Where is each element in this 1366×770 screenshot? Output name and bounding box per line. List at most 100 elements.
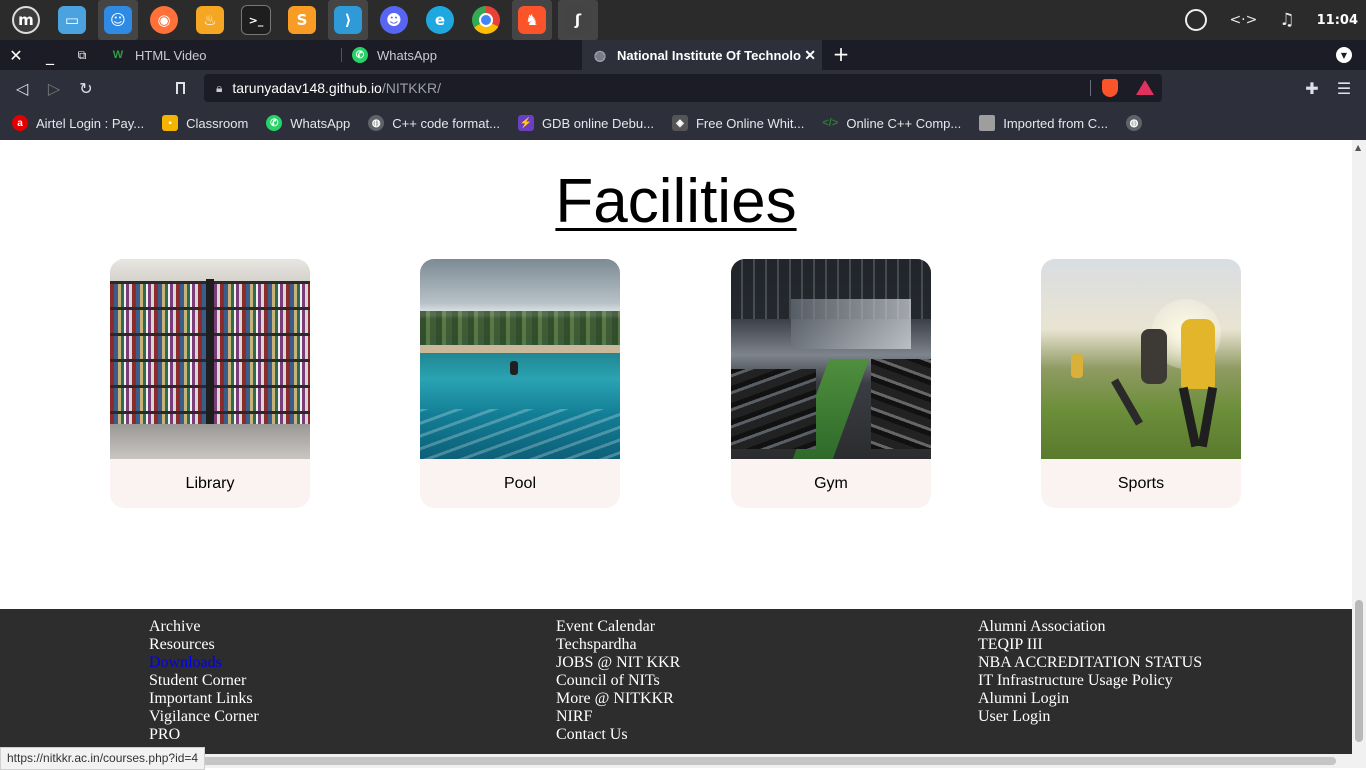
window-maximize-button[interactable]: ⧉ [66, 40, 98, 70]
footer-link-resources[interactable]: Resources [149, 636, 259, 654]
discord-icon: ☻ [380, 6, 408, 34]
footer-link-nirf[interactable]: NIRF [556, 708, 680, 726]
facility-label: Gym [814, 475, 848, 492]
footer-link-council-of-nits[interactable]: Council of NITs [556, 672, 680, 690]
brave-shields-icon[interactable] [1102, 79, 1118, 97]
tab-close-icon[interactable]: ✕ [804, 47, 816, 64]
footer-link-archive[interactable]: Archive [149, 618, 259, 636]
footer-link-alumni-association[interactable]: Alumni Association [978, 618, 1202, 636]
tab-whatsapp[interactable]: ✆ WhatsApp [342, 40, 580, 70]
lock-icon: 🔒︎ [216, 80, 223, 95]
globe-icon: ◍ [1125, 115, 1142, 131]
scroll-up-icon[interactable]: ▲ [1355, 143, 1361, 152]
bookmark-airtel[interactable]: a Airtel Login : Pay... [12, 115, 144, 131]
bookmark-button[interactable] [170, 78, 190, 98]
footer-link-downloads[interactable]: Downloads [149, 654, 259, 672]
vertical-scrollbar[interactable]: ▲ [1352, 140, 1366, 754]
facility-label: Sports [1117, 475, 1165, 492]
extensions-button[interactable]: ✚ [1302, 78, 1322, 98]
window-minimize-button[interactable]: _ [34, 40, 66, 70]
bookmark-globe[interactable]: ◍ [1125, 115, 1150, 131]
window-close-button[interactable]: ✕ [0, 40, 32, 70]
files-launcher[interactable]: ▭ [52, 0, 92, 40]
menu-button[interactable]: ☰ [1334, 78, 1354, 98]
footer-column-1: Archive Resources Downloads Student Corn… [149, 618, 259, 744]
footer-link-jobs[interactable]: JOBS @ NIT KKR [556, 654, 680, 672]
reload-icon: ↻ [79, 78, 93, 98]
brave-launcher[interactable]: ♞ [512, 0, 552, 40]
footer-link-event-calendar[interactable]: Event Calendar [556, 618, 680, 636]
plus-icon: + [832, 42, 850, 66]
bookmark-whatsapp[interactable]: ✆ WhatsApp [266, 115, 350, 131]
footer-link-contact-us[interactable]: Contact Us [556, 726, 680, 744]
genie-launcher[interactable]: ♨ [190, 0, 230, 40]
firefox-launcher[interactable]: ◉ [144, 0, 184, 40]
footer-link-techspardha[interactable]: Techspardha [556, 636, 680, 654]
reload-button[interactable]: ↻ [76, 78, 96, 98]
terminal-launcher[interactable]: >_ [236, 0, 276, 40]
footer-link-student-corner[interactable]: Student Corner [149, 672, 259, 690]
mint-menu-button[interactable]: m [6, 0, 46, 40]
footer-link-vigilance-corner[interactable]: Vigilance Corner [149, 708, 259, 726]
maximize-icon: ⧉ [77, 47, 87, 62]
footer-link-alumni-login[interactable]: Alumni Login [978, 690, 1202, 708]
address-bar[interactable]: 🔒︎ tarunyadav148.github.io/NITKKR/ [204, 74, 1162, 102]
footer-link-user-login[interactable]: User Login [978, 708, 1202, 726]
facility-card-pool[interactable]: Pool [420, 259, 620, 508]
finder-icon: ☺ [104, 6, 132, 34]
tab-search-button[interactable]: ▼ [1336, 47, 1352, 63]
horizontal-scroll-thumb[interactable] [10, 757, 1336, 765]
url-host: tarunyadav148.github.io [232, 80, 382, 96]
new-tab-button[interactable]: + [830, 42, 852, 66]
brave-rewards-icon[interactable] [1136, 80, 1154, 95]
chrome-icon [472, 6, 500, 34]
footer-link-teqip[interactable]: TEQIP III [978, 636, 1202, 654]
terminal-icon: >_ [241, 5, 271, 35]
airtel-icon: a [12, 115, 28, 131]
vscode-icon: ⟩ [334, 6, 362, 34]
bookmark-classroom[interactable]: ▪ Classroom [162, 115, 248, 131]
footer-link-nba-status[interactable]: NBA ACCREDITATION STATUS [978, 654, 1202, 672]
footer-link-more[interactable]: More @ NITKKR [556, 690, 680, 708]
tab-title: National Institute Of Technolo [617, 47, 801, 63]
discord-launcher[interactable]: ☻ [374, 0, 414, 40]
facility-card-library[interactable]: Library [110, 259, 310, 508]
back-button[interactable]: ◁ [12, 78, 32, 98]
sublime-launcher[interactable]: S [282, 0, 322, 40]
network-icon[interactable]: <·> [1229, 12, 1257, 28]
finder-launcher[interactable]: ☺ [98, 0, 138, 40]
app-launcher[interactable]: ʃ [558, 0, 598, 40]
chrome-launcher[interactable] [466, 0, 506, 40]
tab-html-video[interactable]: W HTML Video [100, 40, 340, 70]
folder-icon [979, 115, 996, 131]
music-icon[interactable]: ♫ [1279, 10, 1294, 30]
facility-card-gym[interactable]: Gym [731, 259, 931, 508]
bookmark-whiteboard[interactable]: ◈ Free Online Whit... [671, 115, 804, 131]
globe-icon: ◍ [368, 115, 385, 131]
bookmark-label: Classroom [186, 115, 249, 131]
bookmark-cpp-format[interactable]: ◍ C++ code format... [368, 115, 500, 131]
footer-link-important-links[interactable]: Important Links [149, 690, 259, 708]
forward-button[interactable]: ▷ [44, 78, 64, 98]
facility-card-sports[interactable]: Sports [1041, 259, 1241, 508]
url-path: /NITKKR/ [381, 80, 441, 96]
globe-favicon-icon: ◍ [593, 46, 607, 63]
facilities-heading: Facilities [555, 167, 797, 236]
gdb-icon: ⚡ [517, 115, 534, 131]
bookmark-imported-folder[interactable]: Imported from C... [979, 115, 1108, 131]
vertical-scroll-thumb[interactable] [1355, 600, 1363, 742]
bookmark-online-cpp[interactable]: </> Online C++ Comp... [822, 115, 961, 131]
bookmark-gdb[interactable]: ⚡ GDB online Debu... [517, 115, 654, 131]
footer-link-pro[interactable]: PRO [149, 726, 259, 744]
gym-photo [731, 259, 931, 459]
sublime-icon: S [288, 6, 316, 34]
edge-beta-launcher[interactable]: e [420, 0, 460, 40]
footer-link-it-policy[interactable]: IT Infrastructure Usage Policy [978, 672, 1202, 690]
obs-icon[interactable] [1185, 9, 1208, 31]
bookmark-label: Online C++ Comp... [846, 115, 962, 131]
clock[interactable]: 11:04 [1317, 13, 1358, 28]
vscode-launcher[interactable]: ⟩ [328, 0, 368, 40]
tab-nit-kkr[interactable]: ◍ National Institute Of Technolo ✕ [582, 40, 822, 70]
tab-title: HTML Video [135, 47, 207, 63]
mint-menu-icon: m [12, 6, 40, 34]
